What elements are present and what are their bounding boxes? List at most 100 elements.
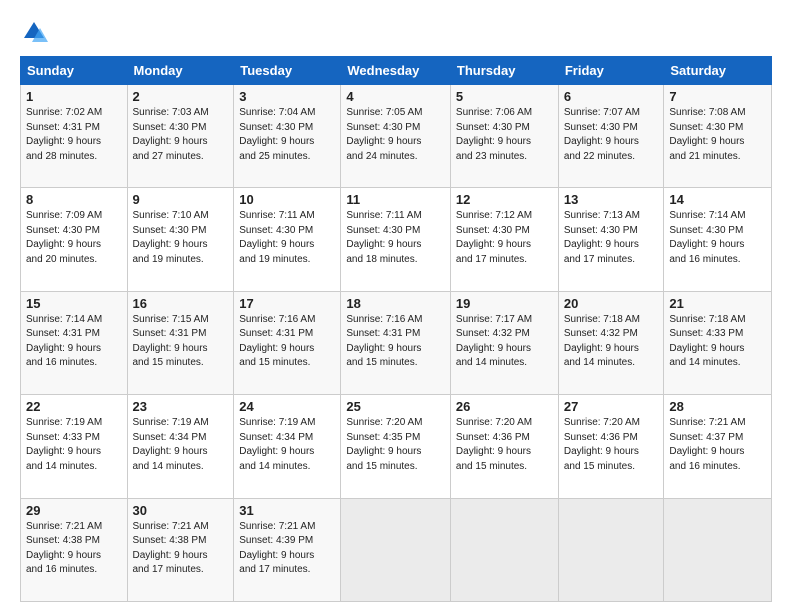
calendar-cell: 10Sunrise: 7:11 AM Sunset: 4:30 PM Dayli… [234, 188, 341, 291]
weekday-header-monday: Monday [127, 57, 234, 85]
day-info: Sunrise: 7:04 AM Sunset: 4:30 PM Dayligh… [239, 106, 335, 164]
day-number: 29 [26, 503, 122, 518]
day-info: Sunrise: 7:07 AM Sunset: 4:30 PM Dayligh… [564, 106, 659, 164]
calendar-cell: 15 Sunrise: 7:14 AM Sunset: 4:31 PM Dayli… [21, 291, 128, 394]
day-number: 6 [564, 89, 659, 104]
calendar: SundayMondayTuesdayWednesdayThursdayFrid… [20, 56, 772, 602]
calendar-cell: 2 Sunrise: 7:03 AM Sunset: 4:30 PM Daylig… [127, 85, 234, 188]
weekday-header-saturday: Saturday [664, 57, 772, 85]
calendar-cell [341, 498, 451, 601]
day-number: 20 [564, 296, 659, 311]
week-row-4: 22Sunrise: 7:19 AM Sunset: 4:33 PM Dayli… [21, 395, 772, 498]
calendar-cell: 17Sunrise: 7:16 AM Sunset: 4:31 PM Dayli… [234, 291, 341, 394]
calendar-cell [450, 498, 558, 601]
day-number: 5 [456, 89, 553, 104]
day-number: 7 [669, 89, 766, 104]
day-info: Sunrise: 7:08 AM Sunset: 4:30 PM Dayligh… [669, 106, 766, 164]
calendar-cell: 5 Sunrise: 7:06 AM Sunset: 4:30 PM Daylig… [450, 85, 558, 188]
day-number: 17 [239, 296, 335, 311]
day-info: Sunrise: 7:12 AM Sunset: 4:30 PM Dayligh… [456, 209, 553, 267]
day-info: Sunrise: 7:17 AM Sunset: 4:32 PM Dayligh… [456, 313, 553, 371]
day-info: Sunrise: 7:14 AM Sunset: 4:30 PM Dayligh… [669, 209, 766, 267]
day-number: 10 [239, 192, 335, 207]
calendar-cell: 3 Sunrise: 7:04 AM Sunset: 4:30 PM Daylig… [234, 85, 341, 188]
header [20, 18, 772, 46]
weekday-header-thursday: Thursday [450, 57, 558, 85]
logo-icon [20, 18, 48, 46]
day-number: 3 [239, 89, 335, 104]
day-number: 11 [346, 192, 445, 207]
calendar-cell [558, 498, 664, 601]
calendar-cell [664, 498, 772, 601]
weekday-header-wednesday: Wednesday [341, 57, 451, 85]
calendar-cell: 16 Sunrise: 7:15 AM Sunset: 4:31 PM Dayli… [127, 291, 234, 394]
calendar-cell: 22Sunrise: 7:19 AM Sunset: 4:33 PM Dayli… [21, 395, 128, 498]
logo [20, 18, 52, 46]
day-number: 21 [669, 296, 766, 311]
calendar-cell: 6 Sunrise: 7:07 AM Sunset: 4:30 PM Daylig… [558, 85, 664, 188]
calendar-cell: 8Sunrise: 7:09 AM Sunset: 4:30 PM Daylig… [21, 188, 128, 291]
day-info: Sunrise: 7:19 AM Sunset: 4:34 PM Dayligh… [239, 416, 335, 474]
day-info: Sunrise: 7:20 AM Sunset: 4:36 PM Dayligh… [456, 416, 553, 474]
weekday-header-row: SundayMondayTuesdayWednesdayThursdayFrid… [21, 57, 772, 85]
day-number: 15 [26, 296, 122, 311]
calendar-cell: 29 Sunrise: 7:21 AM Sunset: 4:38 PM Dayli… [21, 498, 128, 601]
week-row-3: 15 Sunrise: 7:14 AM Sunset: 4:31 PM Dayli… [21, 291, 772, 394]
day-info: Sunrise: 7:21 AM Sunset: 4:37 PM Dayligh… [669, 416, 766, 474]
day-info: Sunrise: 7:18 AM Sunset: 4:32 PM Dayligh… [564, 313, 659, 371]
calendar-cell: 9Sunrise: 7:10 AM Sunset: 4:30 PM Daylig… [127, 188, 234, 291]
day-number: 1 [26, 89, 122, 104]
calendar-cell: 1 Sunrise: 7:02 AM Sunset: 4:31 PM Daylig… [21, 85, 128, 188]
calendar-cell: 19Sunrise: 7:17 AM Sunset: 4:32 PM Dayli… [450, 291, 558, 394]
weekday-header-tuesday: Tuesday [234, 57, 341, 85]
day-number: 28 [669, 399, 766, 414]
day-info: Sunrise: 7:02 AM Sunset: 4:31 PM Dayligh… [26, 106, 122, 164]
week-row-2: 8Sunrise: 7:09 AM Sunset: 4:30 PM Daylig… [21, 188, 772, 291]
day-info: Sunrise: 7:03 AM Sunset: 4:30 PM Dayligh… [133, 106, 229, 164]
day-info: Sunrise: 7:11 AM Sunset: 4:30 PM Dayligh… [346, 209, 445, 267]
calendar-cell: 11 Sunrise: 7:11 AM Sunset: 4:30 PM Dayli… [341, 188, 451, 291]
day-number: 13 [564, 192, 659, 207]
day-number: 16 [133, 296, 229, 311]
week-row-5: 29 Sunrise: 7:21 AM Sunset: 4:38 PM Dayli… [21, 498, 772, 601]
day-info: Sunrise: 7:15 AM Sunset: 4:31 PM Dayligh… [133, 313, 229, 371]
day-number: 31 [239, 503, 335, 518]
day-info: Sunrise: 7:06 AM Sunset: 4:30 PM Dayligh… [456, 106, 553, 164]
calendar-cell: 24Sunrise: 7:19 AM Sunset: 4:34 PM Dayli… [234, 395, 341, 498]
day-number: 8 [26, 192, 122, 207]
day-number: 12 [456, 192, 553, 207]
day-info: Sunrise: 7:20 AM Sunset: 4:36 PM Dayligh… [564, 416, 659, 474]
calendar-cell: 12 Sunrise: 7:12 AM Sunset: 4:30 PM Dayli… [450, 188, 558, 291]
day-info: Sunrise: 7:16 AM Sunset: 4:31 PM Dayligh… [346, 313, 445, 371]
day-number: 26 [456, 399, 553, 414]
calendar-cell: 27 Sunrise: 7:20 AM Sunset: 4:36 PM Dayli… [558, 395, 664, 498]
weekday-header-friday: Friday [558, 57, 664, 85]
day-info: Sunrise: 7:19 AM Sunset: 4:34 PM Dayligh… [133, 416, 229, 474]
calendar-cell: 31 Sunrise: 7:21 AM Sunset: 4:39 PM Dayli… [234, 498, 341, 601]
week-row-1: 1 Sunrise: 7:02 AM Sunset: 4:31 PM Daylig… [21, 85, 772, 188]
calendar-cell: 23 Sunrise: 7:19 AM Sunset: 4:34 PM Dayli… [127, 395, 234, 498]
calendar-cell: 18Sunrise: 7:16 AM Sunset: 4:31 PM Dayli… [341, 291, 451, 394]
day-info: Sunrise: 7:05 AM Sunset: 4:30 PM Dayligh… [346, 106, 445, 164]
day-info: Sunrise: 7:21 AM Sunset: 4:38 PM Dayligh… [26, 520, 122, 578]
calendar-cell: 14 Sunrise: 7:14 AM Sunset: 4:30 PM Dayli… [664, 188, 772, 291]
calendar-cell: 26 Sunrise: 7:20 AM Sunset: 4:36 PM Dayli… [450, 395, 558, 498]
day-number: 4 [346, 89, 445, 104]
day-number: 25 [346, 399, 445, 414]
day-info: Sunrise: 7:19 AM Sunset: 4:33 PM Dayligh… [26, 416, 122, 474]
calendar-cell: 7 Sunrise: 7:08 AM Sunset: 4:30 PM Daylig… [664, 85, 772, 188]
day-info: Sunrise: 7:21 AM Sunset: 4:39 PM Dayligh… [239, 520, 335, 578]
calendar-cell: 13Sunrise: 7:13 AM Sunset: 4:30 PM Dayli… [558, 188, 664, 291]
page: SundayMondayTuesdayWednesdayThursdayFrid… [0, 0, 792, 612]
day-number: 2 [133, 89, 229, 104]
day-info: Sunrise: 7:21 AM Sunset: 4:38 PM Dayligh… [133, 520, 229, 578]
day-number: 30 [133, 503, 229, 518]
day-info: Sunrise: 7:14 AM Sunset: 4:31 PM Dayligh… [26, 313, 122, 371]
calendar-cell: 30 Sunrise: 7:21 AM Sunset: 4:38 PM Dayli… [127, 498, 234, 601]
day-number: 14 [669, 192, 766, 207]
day-info: Sunrise: 7:20 AM Sunset: 4:35 PM Dayligh… [346, 416, 445, 474]
day-number: 27 [564, 399, 659, 414]
day-info: Sunrise: 7:18 AM Sunset: 4:33 PM Dayligh… [669, 313, 766, 371]
day-number: 23 [133, 399, 229, 414]
calendar-cell: 20 Sunrise: 7:18 AM Sunset: 4:32 PM Dayli… [558, 291, 664, 394]
